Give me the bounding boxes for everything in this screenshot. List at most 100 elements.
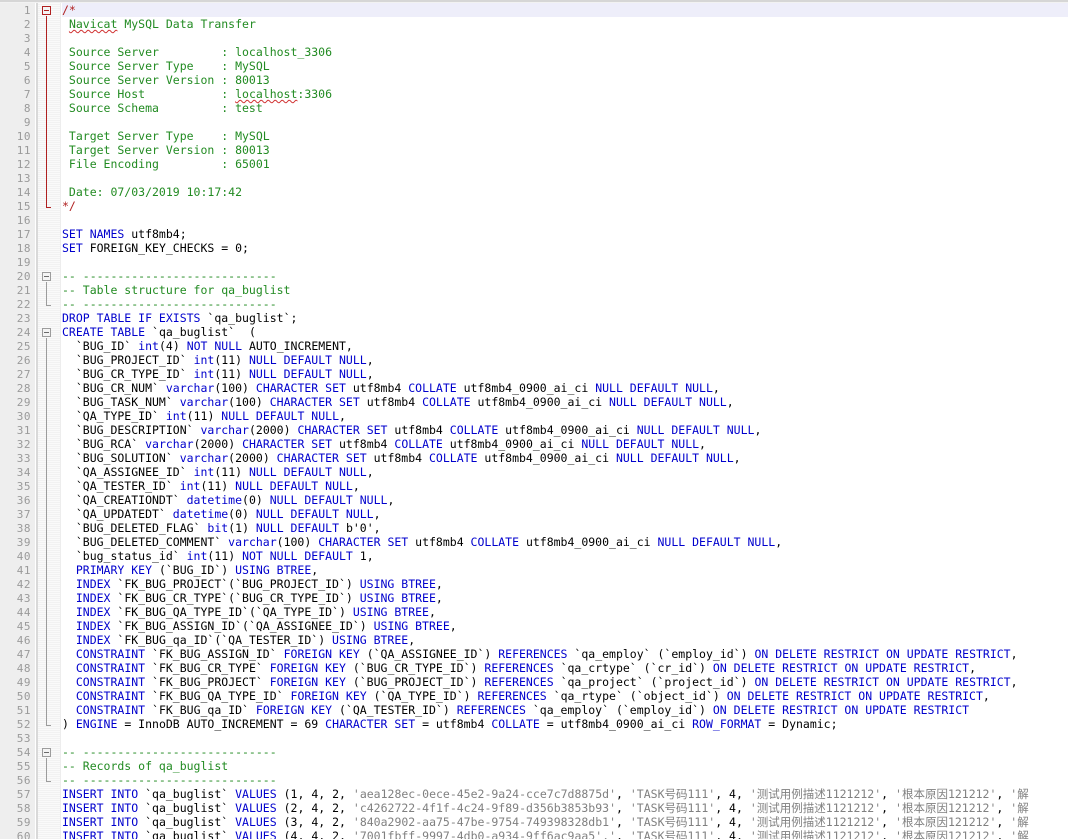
code-line[interactable]: SET FOREIGN_KEY_CHECKS = 0; [62,241,1068,255]
code-token: (`BUG_CR_TYPE_ID`) [345,661,485,675]
code-line[interactable]: */ [62,199,1068,213]
line-number-gutter[interactable]: 1 2 3 4 5 6 7 8 9 10 11 12 13 14 15 16 17 18 19 20 21 22 23 24 2… [0,3,36,839]
code-line[interactable]: ) ENGINE = InnoDB AUTO_INCREMENT = 69 CH… [62,717,1068,731]
code-line[interactable]: `QA_TESTER_ID` int(11) NULL DEFAULT NULL… [62,479,1068,493]
code-line[interactable]: INDEX `FK_BUG_PROJECT`(`BUG_PROJECT_ID`)… [62,577,1068,591]
code-line[interactable]: INDEX `FK_BUG_ASSIGN_ID`(`QA_ASSIGNEE_ID… [62,619,1068,633]
code-token: INSERT INTO [62,815,139,829]
code-line[interactable]: `BUG_DESCRIPTION` varchar(2000) CHARACTE… [62,423,1068,437]
code-token: COLLATE [394,437,443,451]
code-line[interactable]: `BUG_SOLUTION` varchar(2000) CHARACTER S… [62,451,1068,465]
code-token: 11 [214,549,229,563]
code-token: REFERENCES [477,689,547,703]
code-line[interactable]: `BUG_DELETED_COMMENT` varchar(100) CHARA… [62,535,1068,549]
code-line[interactable]: `bug_status_id` int(11) NOT NULL DEFAULT… [62,549,1068,563]
code-line[interactable]: INSERT INTO `qa_buglist` VALUES (4, 4, 2… [62,829,1068,839]
code-line[interactable]: -- ---------------------------- [62,745,1068,759]
code-line[interactable] [62,213,1068,227]
code-line[interactable]: CONSTRAINT `FK_BUG_QA_TYPE_ID` FOREIGN K… [62,689,1068,703]
code-line[interactable]: `QA_CREATIONDT` datetime(0) NULL DEFAULT… [62,493,1068,507]
code-line[interactable] [62,731,1068,745]
code-line[interactable] [62,31,1068,45]
code-line[interactable]: -- Table structure for qa_buglist [62,283,1068,297]
code-line[interactable]: -- Records of qa_buglist [62,759,1068,773]
code-line[interactable]: Source Host : localhost:3306 [62,87,1068,101]
code-line[interactable]: INSERT INTO `qa_buglist` VALUES (3, 4, 2… [62,815,1068,829]
code-line[interactable]: `BUG_CR_NUM` varchar(100) CHARACTER SET … [62,381,1068,395]
code-token: NULL DEFAULT NULL [249,465,367,479]
code-line[interactable]: `BUG_CR_TYPE_ID` int(11) NULL DEFAULT NU… [62,367,1068,381]
code-token: ) [283,423,298,437]
line-number: 6 [23,74,31,87]
code-line[interactable]: -- ---------------------------- [62,773,1068,787]
code-token: `qa_buglist` [138,829,236,839]
code-line[interactable]: `BUG_RCA` varchar(2000) CHARACTER SET ut… [62,437,1068,451]
fold-toggle-icon[interactable] [42,272,51,281]
code-folding-gutter[interactable] [38,3,60,839]
code-line[interactable]: `QA_TYPE_ID` int(11) NULL DEFAULT NULL, [62,409,1068,423]
code-line[interactable]: Date: 07/03/2019 10:17:42 [62,185,1068,199]
code-line[interactable]: /* [62,3,1068,17]
code-line[interactable]: `BUG_TASK_NUM` varchar(100) CHARACTER SE… [62,395,1068,409]
code-line[interactable]: SET NAMES utf8mb4; [62,227,1068,241]
code-line[interactable]: INDEX `FK_BUG_qa_ID`(`QA_TESTER_ID`) USI… [62,633,1068,647]
code-token: 2000 [235,451,263,465]
line-number: 16 [16,214,31,227]
code-line[interactable]: -- ---------------------------- [62,297,1068,311]
code-line[interactable]: INSERT INTO `qa_buglist` VALUES (2, 4, 2… [62,801,1068,815]
code-token: USING BTREE [373,619,450,633]
code-line[interactable]: CONSTRAINT `FK_BUG_PROJECT` FOREIGN KEY … [62,675,1068,689]
code-line[interactable]: `BUG_ID` int(4) NOT NULL AUTO_INCREMENT, [62,339,1068,353]
code-token: PRIMARY KEY [75,563,153,577]
code-token: ) [228,437,243,451]
code-token: CHARACTER SET [269,395,360,409]
code-line[interactable]: File Encoding : 65001 [62,157,1068,171]
code-line[interactable] [62,255,1068,269]
code-line[interactable]: Navicat MySQL Data Transfer [62,17,1068,31]
code-token: , [297,829,312,839]
code-token: ( [186,409,194,423]
code-line[interactable]: `QA_UPDATEDT` datetime(0) NULL DEFAULT N… [62,507,1068,521]
code-line[interactable]: Target Server Version : 80013 [62,143,1068,157]
code-text-area[interactable]: /* Navicat MySQL Data Transfer Source Se… [62,3,1068,839]
code-token: CHARACTER SET [276,451,367,465]
code-line[interactable]: CONSTRAINT `FK_BUG_qa_ID` FOREIGN KEY (`… [62,703,1068,717]
code-line[interactable]: INDEX `FK_BUG_CR_TYPE`(`BUG_CR_TYPE_ID`)… [62,591,1068,605]
code-line[interactable]: Source Server : localhost_3306 [62,45,1068,59]
code-line[interactable]: -- ---------------------------- [62,269,1068,283]
code-line[interactable]: `QA_ASSIGNEE_ID` int(11) NULL DEFAULT NU… [62,465,1068,479]
code-line[interactable]: INDEX `FK_BUG_QA_TYPE_ID`(`QA_TYPE_ID`) … [62,605,1068,619]
code-line[interactable]: `BUG_DELETED_FLAG` bit(1) NULL DEFAULT b… [62,521,1068,535]
code-token: NULL DEFAULT NULL [249,367,367,381]
code-line[interactable]: Source Schema : test [62,101,1068,115]
line-number: 1 [23,4,31,17]
code-line[interactable]: DROP TABLE IF EXISTS `qa_buglist`; [62,311,1068,325]
fold-toggle-icon[interactable] [42,748,51,757]
line-number: 5 [23,60,31,73]
code-line[interactable]: `BUG_PROJECT_ID` int(11) NULL DEFAULT NU… [62,353,1068,367]
code-line[interactable]: CONSTRAINT `FK_BUG_CR_TYPE` FOREIGN KEY … [62,661,1068,675]
code-line[interactable] [62,115,1068,129]
code-line[interactable]: Source Server Version : 80013 [62,73,1068,87]
code-token: `bug_status_id` [62,549,187,563]
code-line[interactable]: PRIMARY KEY (`BUG_ID`) USING BTREE, [62,563,1068,577]
fold-toggle-icon[interactable] [42,328,51,337]
code-token: FOREIGN KEY [269,675,346,689]
code-token: `qa_buglist` ( [145,325,256,339]
code-line[interactable]: CREATE TABLE `qa_buglist` ( [62,325,1068,339]
fold-range-end [46,207,51,208]
code-token: (`QA_TYPE_ID`) [366,689,478,703]
code-token: int [193,465,215,479]
code-token: datetime [172,507,229,521]
code-token: INDEX [75,577,111,591]
code-line[interactable] [62,171,1068,185]
code-line[interactable]: Target Server Type : MySQL [62,129,1068,143]
code-line[interactable]: Source Server Type : MySQL [62,59,1068,73]
code-token: USING BTREE [332,633,409,647]
code-line[interactable]: INSERT INTO `qa_buglist` VALUES (1, 4, 2… [62,787,1068,801]
line-number: 60 [16,830,31,839]
code-token: 'TASK号码111' [629,787,716,801]
code-line[interactable]: CONSTRAINT `FK_BUG_ASSIGN_ID` FOREIGN KE… [62,647,1068,661]
fold-toggle-icon[interactable] [42,6,51,15]
